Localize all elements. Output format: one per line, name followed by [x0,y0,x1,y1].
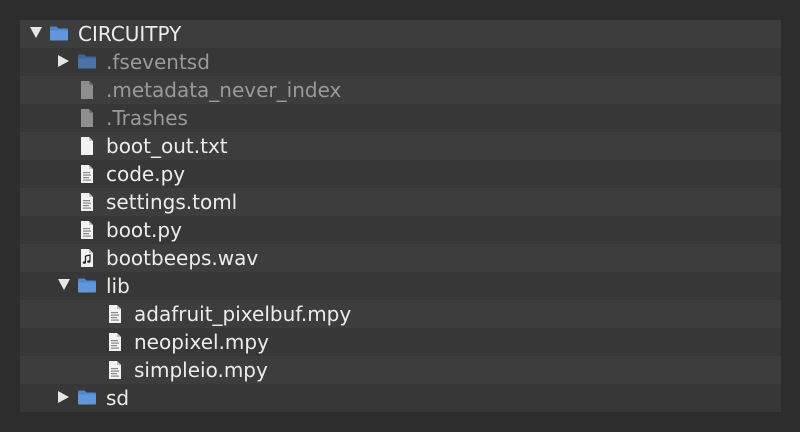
tree-item-label: settings.toml [106,190,238,214]
disclosure-expanded-icon[interactable] [58,279,70,290]
text-file-icon [79,136,95,156]
tree-row-settings-toml[interactable]: settings.toml [20,188,781,216]
disclosure-expanded-icon[interactable] [30,27,42,38]
folder-icon [77,276,97,294]
tree-item-label: boot.py [106,218,182,242]
tree-row-metadata-never-index[interactable]: .metadata_never_index [20,76,781,104]
tree-item-label: boot_out.txt [106,134,228,158]
code-file-icon [107,332,123,352]
tree-item-label: CIRCUITPY [78,22,182,46]
tree-item-label: neopixel.mpy [134,330,269,354]
tree-row-code-py[interactable]: code.py [20,160,781,188]
tree-row-fseventsd[interactable]: .fseventsd [20,48,781,76]
tree-row-bootbeeps-wav[interactable]: bootbeeps.wav [20,244,781,272]
code-file-icon [79,164,95,184]
code-file-icon [79,220,95,240]
tree-item-label: .Trashes [106,106,188,130]
tree-row-boot-out-txt[interactable]: boot_out.txt [20,132,781,160]
code-file-icon [107,360,123,380]
folder-icon [77,388,97,406]
tree-item-label: adafruit_pixelbuf.mpy [134,302,352,326]
tree-item-label: .metadata_never_index [106,78,342,102]
tree-item-label: bootbeeps.wav [106,246,259,270]
file-icon [79,80,95,100]
audio-file-icon [79,248,95,268]
tree-row-circuitpy[interactable]: CIRCUITPY [20,20,781,48]
file-icon [79,108,95,128]
tree-row-neopixel-mpy[interactable]: neopixel.mpy [20,328,781,356]
code-file-icon [107,304,123,324]
tree-row-trashes[interactable]: .Trashes [20,104,781,132]
disclosure-collapsed-icon[interactable] [58,55,69,67]
tree-row-adafruit-pixelbuf-mpy[interactable]: adafruit_pixelbuf.mpy [20,300,781,328]
code-file-icon [79,192,95,212]
folder-icon [49,24,69,42]
tree-item-label: code.py [106,162,186,186]
tree-item-label: lib [106,274,130,298]
folder-icon [77,52,97,70]
file-tree: CIRCUITPY .fseventsd .metadata_never_ind… [20,20,781,412]
tree-item-label: .fseventsd [106,50,210,74]
tree-row-simpleio-mpy[interactable]: simpleio.mpy [20,356,781,384]
disclosure-collapsed-icon[interactable] [58,391,69,403]
tree-item-label: sd [106,386,130,410]
tree-row-boot-py[interactable]: boot.py [20,216,781,244]
tree-row-lib[interactable]: lib [20,272,781,300]
tree-row-sd[interactable]: sd [20,384,781,412]
tree-item-label: simpleio.mpy [134,358,268,382]
